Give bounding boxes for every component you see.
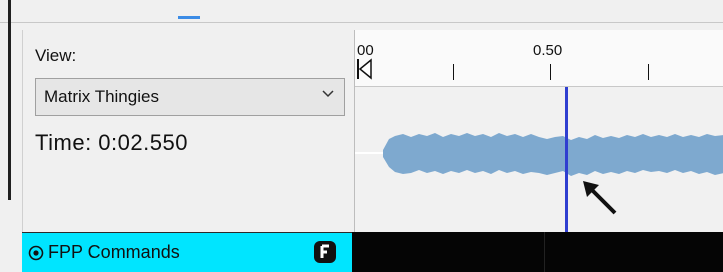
- view-select[interactable]: Matrix Thingies: [35, 78, 345, 116]
- fpp-commands-label: FPP Commands: [48, 242, 180, 262]
- radio-target-icon[interactable]: [28, 245, 44, 261]
- fpp-commands-row[interactable]: FPP Commands: [22, 232, 352, 272]
- start-marker-icon: [357, 58, 372, 80]
- waveform: [355, 133, 723, 176]
- chevron-down-icon: [322, 90, 334, 98]
- playhead[interactable]: [565, 87, 568, 232]
- waveform-area[interactable]: [355, 87, 723, 232]
- ruler-tick: [648, 64, 649, 80]
- timeline-bottom-track: [352, 232, 723, 272]
- view-panel: View: Matrix Thingies Time: 0:02.550: [22, 30, 353, 232]
- time-readout: Time: 0:02.550: [35, 130, 188, 155]
- ruler-tick: [550, 64, 551, 80]
- view-label: View:: [35, 46, 77, 65]
- top-strip: [0, 0, 723, 23]
- time-ruler[interactable]: 00 0.50: [355, 30, 723, 87]
- left-edge-line: [8, 0, 11, 200]
- ruler-start-label: 00: [357, 42, 374, 59]
- view-select-value: Matrix Thingies: [44, 87, 159, 106]
- timeline[interactable]: 00 0.50: [354, 30, 723, 232]
- track-divider: [544, 232, 545, 272]
- ruler-mark-label: 0.50: [533, 42, 563, 59]
- ruler-tick: [453, 64, 454, 80]
- arrow-pointer-icon: [583, 181, 617, 215]
- tab-indicator: [178, 16, 200, 19]
- f-badge-icon[interactable]: [313, 240, 337, 264]
